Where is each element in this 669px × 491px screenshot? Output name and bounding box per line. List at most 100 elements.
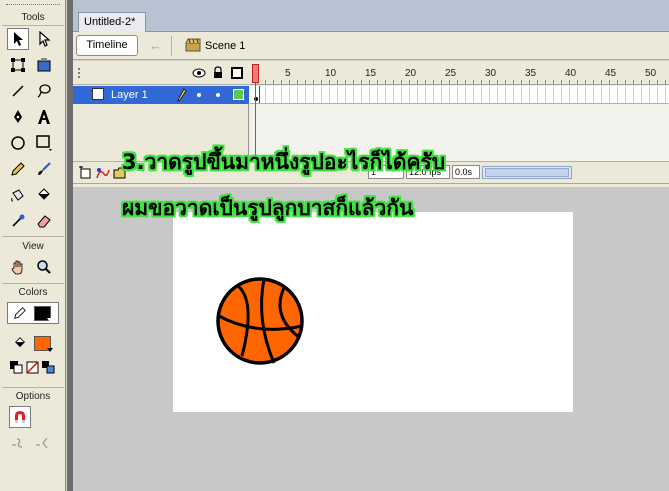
ruler-tick xyxy=(481,80,482,84)
ruler-tick xyxy=(497,80,498,84)
zoom-tool[interactable] xyxy=(33,256,55,278)
divider xyxy=(2,236,64,237)
ruler-number: 40 xyxy=(565,68,577,79)
subselect-icon xyxy=(39,31,51,47)
smooth-button[interactable] xyxy=(9,432,31,454)
ruler-tick xyxy=(537,80,538,84)
swap-colors-icon xyxy=(42,361,55,374)
paint-bucket-tool[interactable] xyxy=(33,184,55,206)
pasteboard[interactable] xyxy=(73,187,669,491)
tools-panel: Tools View Colors Options xyxy=(0,0,66,491)
insert-layer-icon[interactable] xyxy=(78,166,92,180)
edit-bar: Timeline ← Scene 1 xyxy=(73,32,669,60)
frame-ruler[interactable]: 15101520253035404550 xyxy=(250,61,669,85)
ruler-tick xyxy=(345,80,346,84)
subselect-tool[interactable] xyxy=(33,28,55,50)
ruler-tick xyxy=(321,80,322,84)
ruler-tick xyxy=(313,80,314,84)
add-motion-guide-icon[interactable] xyxy=(95,166,111,180)
zoom-icon xyxy=(37,260,51,274)
divider xyxy=(2,387,64,388)
brush-tool[interactable] xyxy=(33,158,55,180)
ink-bottle-tool[interactable] xyxy=(7,184,29,206)
ruler-tick xyxy=(385,80,386,84)
ruler-number: 20 xyxy=(405,68,417,79)
magnet-icon xyxy=(15,411,25,423)
layer-name: Layer 1 xyxy=(111,89,148,101)
ruler-tick xyxy=(521,80,522,84)
panel-grip[interactable] xyxy=(78,68,80,78)
scrollbar-thumb[interactable] xyxy=(485,168,569,177)
basketball-drawing[interactable] xyxy=(216,276,306,366)
divider xyxy=(2,25,64,26)
hand-tool[interactable] xyxy=(7,256,29,278)
straighten-button[interactable] xyxy=(33,432,55,454)
options-section-title: Options xyxy=(15,391,51,402)
black-white-button[interactable] xyxy=(9,360,24,375)
outline-toggle-icon[interactable] xyxy=(231,67,243,79)
fill-transform-tool[interactable] xyxy=(33,54,55,76)
ruler-tick xyxy=(505,80,506,84)
ruler-tick xyxy=(633,80,634,84)
stroke-color-control[interactable] xyxy=(7,302,59,324)
swap-colors-button[interactable] xyxy=(41,360,56,375)
pen-icon xyxy=(14,110,22,123)
layer-row[interactable]: Layer 1 xyxy=(73,86,249,104)
free-transform-icon xyxy=(11,58,25,72)
ruler-tick xyxy=(561,80,562,84)
no-color-button[interactable] xyxy=(25,360,40,375)
scene-label[interactable]: Scene 1 xyxy=(205,40,245,52)
ruler-tick xyxy=(513,80,514,84)
lock-dot[interactable] xyxy=(216,93,220,97)
ruler-number: 5 xyxy=(285,68,291,79)
free-transform-tool[interactable] xyxy=(7,54,29,76)
show-hide-eye-icon[interactable] xyxy=(192,68,206,78)
ruler-number: 10 xyxy=(325,68,337,79)
timeline-button[interactable]: Timeline xyxy=(76,35,138,56)
straighten-icon xyxy=(36,437,48,449)
ruler-tick xyxy=(377,80,378,84)
lock-icon[interactable] xyxy=(213,66,223,79)
rectangle-icon xyxy=(36,135,52,151)
ruler-tick xyxy=(297,80,298,84)
panel-grip[interactable] xyxy=(6,4,60,6)
document-tab[interactable]: Untitled-2* xyxy=(78,12,146,32)
keyframe[interactable] xyxy=(252,86,260,103)
annotation-line-1: 3.วาดรูปขึ้นมาหนึ่งรูปอะไรก็ได้ครับ xyxy=(122,150,446,174)
ruler-tick xyxy=(625,80,626,84)
pencil-icon xyxy=(11,162,25,176)
hand-icon xyxy=(11,260,23,275)
rectangle-tool[interactable] xyxy=(33,132,55,154)
snap-to-objects-button[interactable] xyxy=(9,406,31,428)
ruler-tick xyxy=(337,80,338,84)
layer-outline-color-swatch[interactable] xyxy=(233,89,244,100)
ruler-tick xyxy=(657,80,658,84)
fill-transform-icon xyxy=(37,58,51,72)
layer-frames[interactable] xyxy=(250,86,669,104)
playhead[interactable] xyxy=(252,64,259,83)
stroke-color-dropdown-arrow[interactable] xyxy=(47,318,53,322)
view-section-title: View xyxy=(22,241,44,252)
pen-tool[interactable] xyxy=(7,106,29,128)
colors-section-title: Colors xyxy=(18,287,48,298)
line-tool[interactable] xyxy=(7,80,29,102)
edit-pencil-icon xyxy=(177,88,187,102)
ruler-tick xyxy=(433,80,434,84)
ruler-tick xyxy=(441,80,442,84)
stage-canvas[interactable] xyxy=(173,212,573,412)
fill-color-dropdown-arrow[interactable] xyxy=(47,348,53,352)
timeline-horizontal-scrollbar[interactable] xyxy=(482,166,572,179)
pencil-tool[interactable] xyxy=(7,158,29,180)
lasso-icon xyxy=(37,84,51,98)
ruler-tick xyxy=(585,80,586,84)
oval-tool[interactable] xyxy=(7,132,29,154)
text-tool[interactable] xyxy=(33,106,55,128)
fill-color-control[interactable] xyxy=(7,332,59,354)
eyedropper-tool[interactable] xyxy=(7,210,29,232)
arrow-tool[interactable] xyxy=(7,28,29,50)
annotation-line-2: ผมขอวาดเป็นรูปลูกบาสก็แล้วกัน xyxy=(122,196,414,220)
eraser-tool[interactable] xyxy=(33,210,55,232)
lasso-tool[interactable] xyxy=(33,80,55,102)
ruler-tick xyxy=(569,80,570,84)
visibility-dot[interactable] xyxy=(197,93,201,97)
